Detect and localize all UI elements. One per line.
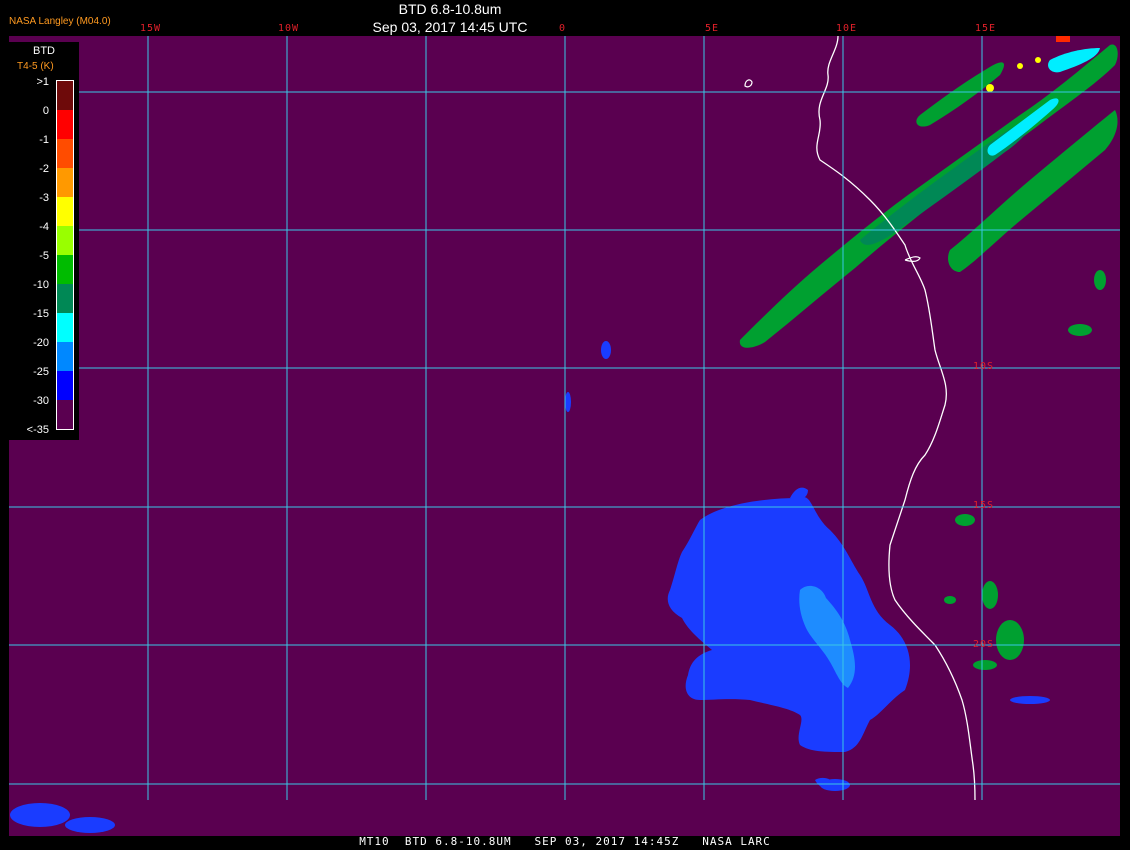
legend-tick-label: 0 (42, 105, 49, 117)
lon-label-15w: 15W (140, 23, 162, 34)
lon-label-5e: 5E (705, 23, 720, 34)
legend-tick-label: -1 (39, 134, 49, 146)
color-legend: BTD T4-5 (K) >1 0 -1 -2 -3 -4 -5 -10 -15 -20 -25 -3… (9, 42, 79, 440)
legend-swatch (57, 400, 73, 429)
legend-tick-label: -10 (33, 279, 49, 291)
satellite-map (9, 35, 1120, 836)
legend-swatch (57, 313, 73, 342)
legend-tick-label: -5 (39, 250, 49, 262)
legend-tick-label: -15 (33, 308, 49, 320)
lon-label-15e: 15E (975, 23, 997, 34)
source-label: NASA Langley (M04.0) (9, 16, 111, 27)
lat-label-15s: 15S (973, 500, 995, 511)
legend-swatch (57, 255, 73, 284)
map-timestamp: Sep 03, 2017 14:45 UTC (372, 19, 528, 35)
lon-label-10w: 10W (278, 23, 300, 34)
lon-label-10e: 10E (836, 23, 858, 34)
cloud-hot-spot (1056, 36, 1070, 42)
legend-swatch (57, 110, 73, 139)
legend-tick-label: >1 (36, 76, 49, 88)
legend-unit: T4-5 (K) (17, 61, 54, 72)
legend-swatch (57, 226, 73, 255)
legend-colorbar (56, 80, 74, 430)
legend-tick-label: -2 (39, 163, 49, 175)
legend-tick-label: -20 (33, 337, 49, 349)
legend-tick-label: -4 (39, 221, 49, 233)
footer-caption: MT10 BTD 6.8-10.8UM SEP 03, 2017 14:45Z … (359, 835, 771, 848)
map-title: BTD 6.8-10.8um (398, 1, 502, 17)
legend-swatch (57, 168, 73, 197)
legend-title: BTD (33, 45, 55, 57)
legend-swatch (57, 197, 73, 226)
lon-label-0: 0 (559, 23, 567, 34)
legend-tick-label: -25 (33, 366, 49, 378)
legend-swatch (57, 139, 73, 168)
legend-swatch (57, 371, 73, 400)
legend-swatch (57, 342, 73, 371)
lat-label-20s: 20S (973, 639, 995, 650)
legend-tick-label: -30 (33, 395, 49, 407)
legend-swatch (57, 284, 73, 313)
lat-label-10s: 10S (973, 361, 995, 372)
legend-swatch (57, 81, 73, 110)
legend-tick-label: <-35 (26, 424, 49, 436)
legend-tick-label: -3 (39, 192, 49, 204)
